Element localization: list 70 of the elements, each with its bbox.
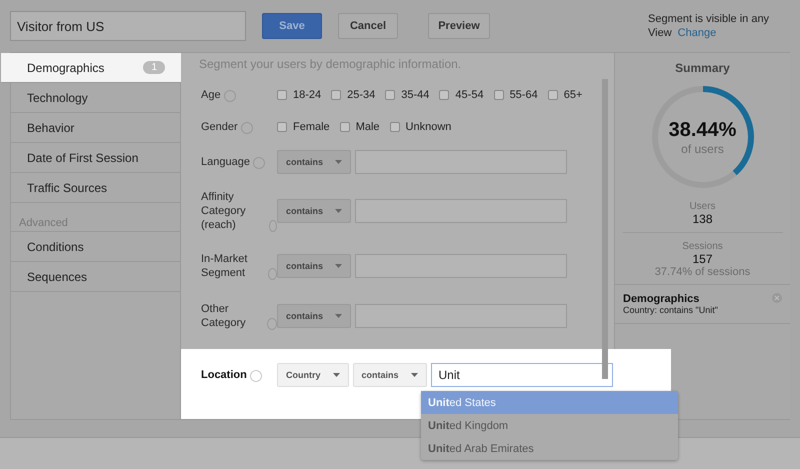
checkbox[interactable] — [439, 90, 450, 100]
stat-label: Users — [689, 201, 716, 212]
sidebar-item[interactable]: Traffic Sources — [11, 173, 180, 203]
checkbox-option[interactable]: 25-34 — [331, 89, 376, 101]
sidebar-item[interactable]: Sequences — [11, 262, 180, 292]
sidebar-item[interactable]: Technology — [11, 83, 180, 113]
sidebar-item[interactable]: Demographics 1 — [1, 53, 181, 83]
checkbox[interactable] — [331, 90, 342, 100]
count-badge: 1 — [143, 61, 165, 74]
stat-value: 138 — [692, 212, 713, 226]
value-field[interactable]: Unit — [430, 363, 613, 387]
caret-icon — [335, 209, 342, 213]
remove-icon[interactable] — [772, 293, 782, 303]
stat-label: Sessions — [682, 241, 723, 252]
operator-select[interactable]: contains — [277, 304, 352, 328]
help-icon[interactable] — [240, 122, 253, 134]
visibility-text: Segment is visible in any View Change — [648, 12, 770, 40]
checkbox-option[interactable]: 65+ — [548, 89, 582, 101]
field-label: Affinity Category (reach) — [201, 190, 247, 232]
operator-select[interactable]: contains — [277, 254, 352, 278]
value-field[interactable] — [355, 304, 568, 328]
sidebar-item[interactable]: Date of First Session — [11, 143, 180, 173]
condition-detail: Country: contains "Unit" — [623, 305, 718, 315]
checkbox[interactable] — [340, 122, 350, 132]
help-icon[interactable] — [252, 157, 265, 169]
checkbox-option[interactable]: 35-44 — [385, 89, 430, 101]
checkbox[interactable] — [548, 90, 558, 100]
caret-icon — [332, 373, 340, 377]
stat-value: 157 — [692, 252, 713, 266]
toolbar-button[interactable]: Preview — [428, 13, 490, 39]
stat-note: 37.74% of sessions — [654, 266, 750, 278]
field-label: Language — [201, 155, 250, 169]
percent-value: 38.44% — [668, 118, 736, 142]
checkbox[interactable] — [494, 90, 504, 100]
checkbox-option[interactable]: Unknown — [390, 121, 452, 133]
caret-icon — [335, 314, 342, 318]
sidebar-item[interactable]: Behavior — [11, 113, 180, 143]
checkbox-option[interactable]: 55-64 — [494, 89, 538, 101]
condition-title: Demographics — [623, 293, 700, 305]
toolbar-button[interactable]: Cancel — [338, 13, 398, 39]
checkbox[interactable] — [277, 90, 287, 100]
field-label: Age — [201, 88, 221, 102]
checkbox-option[interactable]: 45-54 — [439, 89, 484, 101]
summary-title: Summary — [675, 61, 730, 75]
checkbox-option[interactable]: Female — [277, 121, 330, 133]
checkbox[interactable] — [390, 122, 400, 132]
field-label: Location — [201, 368, 247, 382]
checkbox[interactable] — [277, 122, 287, 132]
field-label: In-Market Segment — [201, 252, 248, 280]
checkbox-option[interactable]: Male — [340, 121, 380, 133]
checkbox[interactable] — [385, 90, 396, 100]
operator-select[interactable]: Country — [277, 363, 348, 387]
operator-select[interactable]: contains — [352, 363, 427, 387]
value-field[interactable] — [355, 254, 568, 278]
value-field[interactable] — [355, 199, 568, 223]
value-field[interactable] — [355, 150, 568, 174]
caret-icon — [335, 264, 342, 268]
operator-select[interactable]: contains — [277, 150, 352, 174]
sidebar-label: Demographics — [27, 60, 104, 74]
help-icon[interactable] — [224, 90, 236, 102]
sidebar-item[interactable]: Conditions — [11, 232, 180, 262]
field-label: Gender — [201, 120, 238, 134]
checkbox-option[interactable]: 18-24 — [277, 89, 322, 101]
field-label: Other Category — [201, 302, 247, 330]
help-icon[interactable] — [250, 370, 262, 382]
caret-icon — [410, 373, 418, 377]
segment-name-field[interactable]: Visitor from US — [10, 11, 246, 41]
operator-select[interactable]: contains — [277, 199, 352, 223]
percent-caption: of users — [681, 142, 724, 156]
caret-icon — [335, 160, 342, 164]
